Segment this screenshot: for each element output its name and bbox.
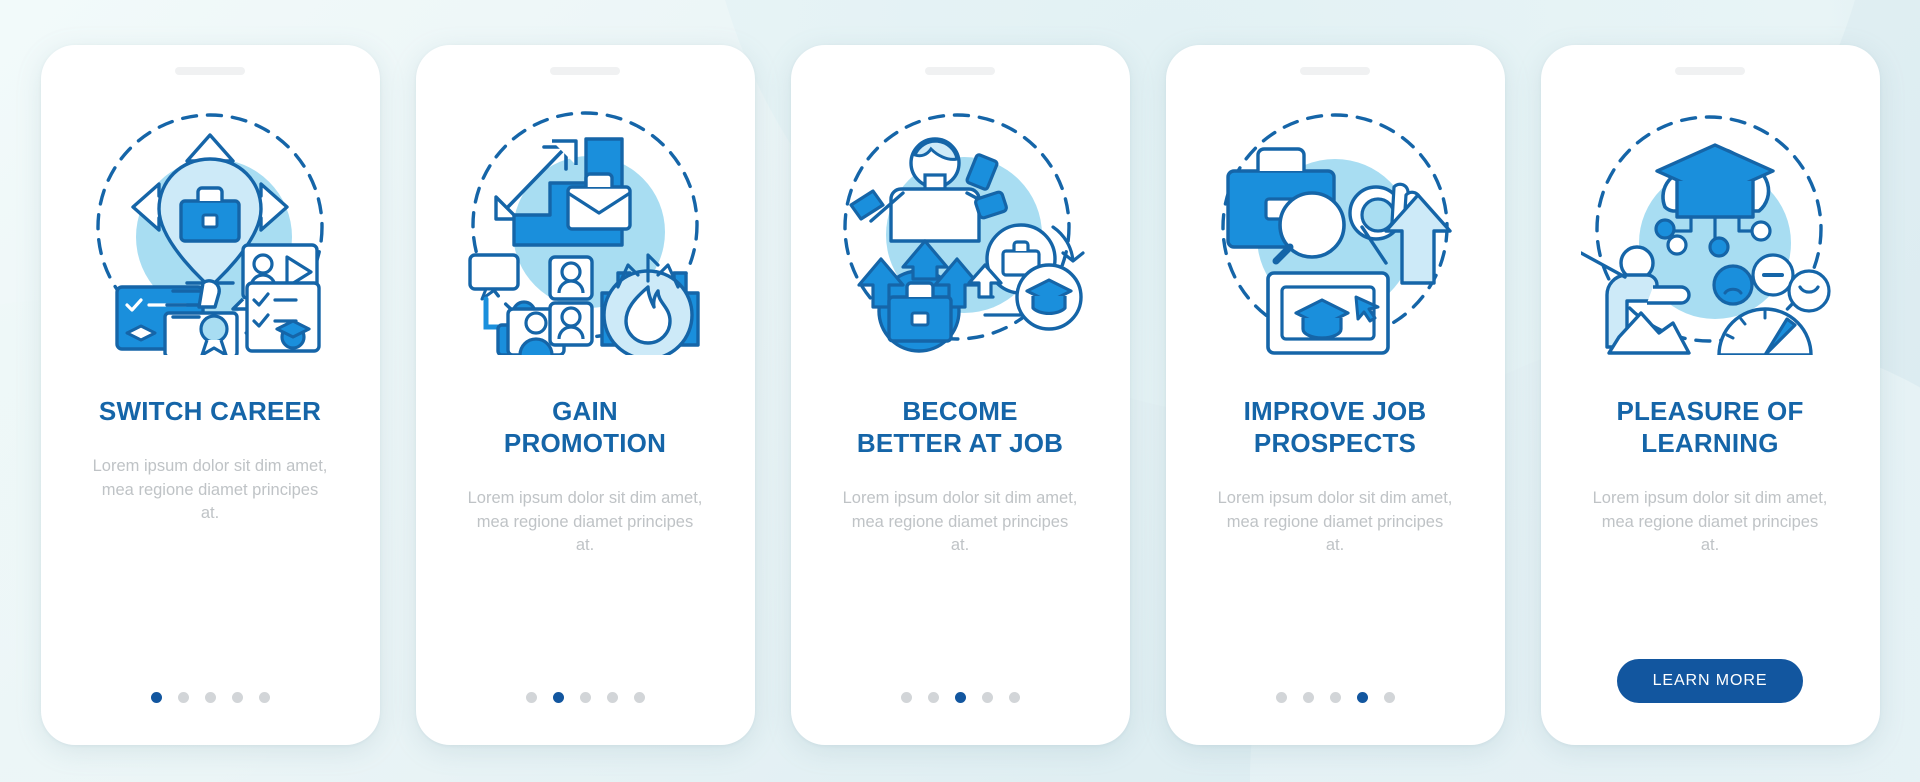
promotion-stairs-arrow-gear-icon (456, 97, 714, 355)
pagination-dot-5[interactable] (633, 692, 645, 703)
pagination-dot-2[interactable] (927, 692, 939, 703)
skills-person-gear-briefcase-icon (831, 97, 1089, 355)
pagination-dot-4[interactable] (231, 692, 243, 703)
pagination-dots[interactable] (1275, 692, 1395, 703)
onboarding-screen-improve-job-prospects[interactable]: IMPROVE JOB PROSPECTS Lorem ipsum dolor … (1165, 45, 1505, 745)
screen-title: IMPROVE JOB PROSPECTS (1243, 396, 1427, 459)
onboarding-screen-row: SWITCH CAREER Lorem ipsum dolor sit dim … (0, 0, 1920, 745)
pagination-dots[interactable] (900, 692, 1020, 703)
screen-title: BECOME BETTER AT JOB (856, 396, 1064, 459)
phone-speaker-bar (1300, 67, 1370, 75)
screen-body-text: Lorem ipsum dolor sit dim amet, mea regi… (467, 489, 703, 555)
onboarding-screen-pleasure-of-learning[interactable]: PLEASURE OF LEARNING Lorem ipsum dolor s… (1540, 45, 1880, 745)
career-switch-location-pin-briefcase-icon (81, 97, 339, 355)
phone-speaker-bar (925, 67, 995, 75)
pagination-dot-1[interactable] (900, 692, 912, 703)
pagination-dot-3[interactable] (1329, 692, 1341, 703)
job-search-briefcase-magnifier-monitor-icon (1206, 97, 1464, 355)
pagination-dot-3[interactable] (204, 692, 216, 703)
onboarding-screen-gain-promotion[interactable]: GAIN PROMOTION Lorem ipsum dolor sit dim… (415, 45, 755, 745)
pagination-dot-4[interactable] (606, 692, 618, 703)
screen-title: PLEASURE OF LEARNING (1616, 396, 1804, 459)
phone-speaker-bar (550, 67, 620, 75)
pagination-dot-2[interactable] (552, 692, 564, 703)
pagination-dot-3[interactable] (954, 692, 966, 703)
onboarding-screen-switch-career[interactable]: SWITCH CAREER Lorem ipsum dolor sit dim … (40, 45, 380, 745)
learn-more-button[interactable]: LEARN MORE (1617, 659, 1803, 703)
screen-body-text: Lorem ipsum dolor sit dim amet, mea regi… (842, 489, 1078, 555)
phone-speaker-bar (175, 67, 245, 75)
pagination-dot-5[interactable] (1383, 692, 1395, 703)
pagination-dot-3[interactable] (579, 692, 591, 703)
screen-body-text: Lorem ipsum dolor sit dim amet, mea regi… (1592, 489, 1828, 555)
pagination-dot-1[interactable] (150, 692, 162, 703)
screen-title: SWITCH CAREER (98, 396, 322, 426)
pagination-dot-4[interactable] (1356, 692, 1368, 703)
pagination-dot-2[interactable] (177, 692, 189, 703)
pagination-dots[interactable] (525, 692, 645, 703)
onboarding-screen-become-better-at-job[interactable]: BECOME BETTER AT JOB Lorem ipsum dolor s… (790, 45, 1130, 745)
learning-cloud-graduation-cap-icon (1581, 97, 1839, 355)
pagination-dots[interactable] (150, 692, 270, 703)
screen-body-text: Lorem ipsum dolor sit dim amet, mea regi… (92, 457, 328, 523)
pagination-dot-1[interactable] (1275, 692, 1287, 703)
pagination-dot-1[interactable] (525, 692, 537, 703)
pagination-dot-2[interactable] (1302, 692, 1314, 703)
screen-title: GAIN PROMOTION (503, 396, 667, 459)
phone-speaker-bar (1675, 67, 1745, 75)
pagination-dot-5[interactable] (1008, 692, 1020, 703)
pagination-dot-4[interactable] (981, 692, 993, 703)
screen-body-text: Lorem ipsum dolor sit dim amet, mea regi… (1217, 489, 1453, 555)
pagination-dot-5[interactable] (258, 692, 270, 703)
